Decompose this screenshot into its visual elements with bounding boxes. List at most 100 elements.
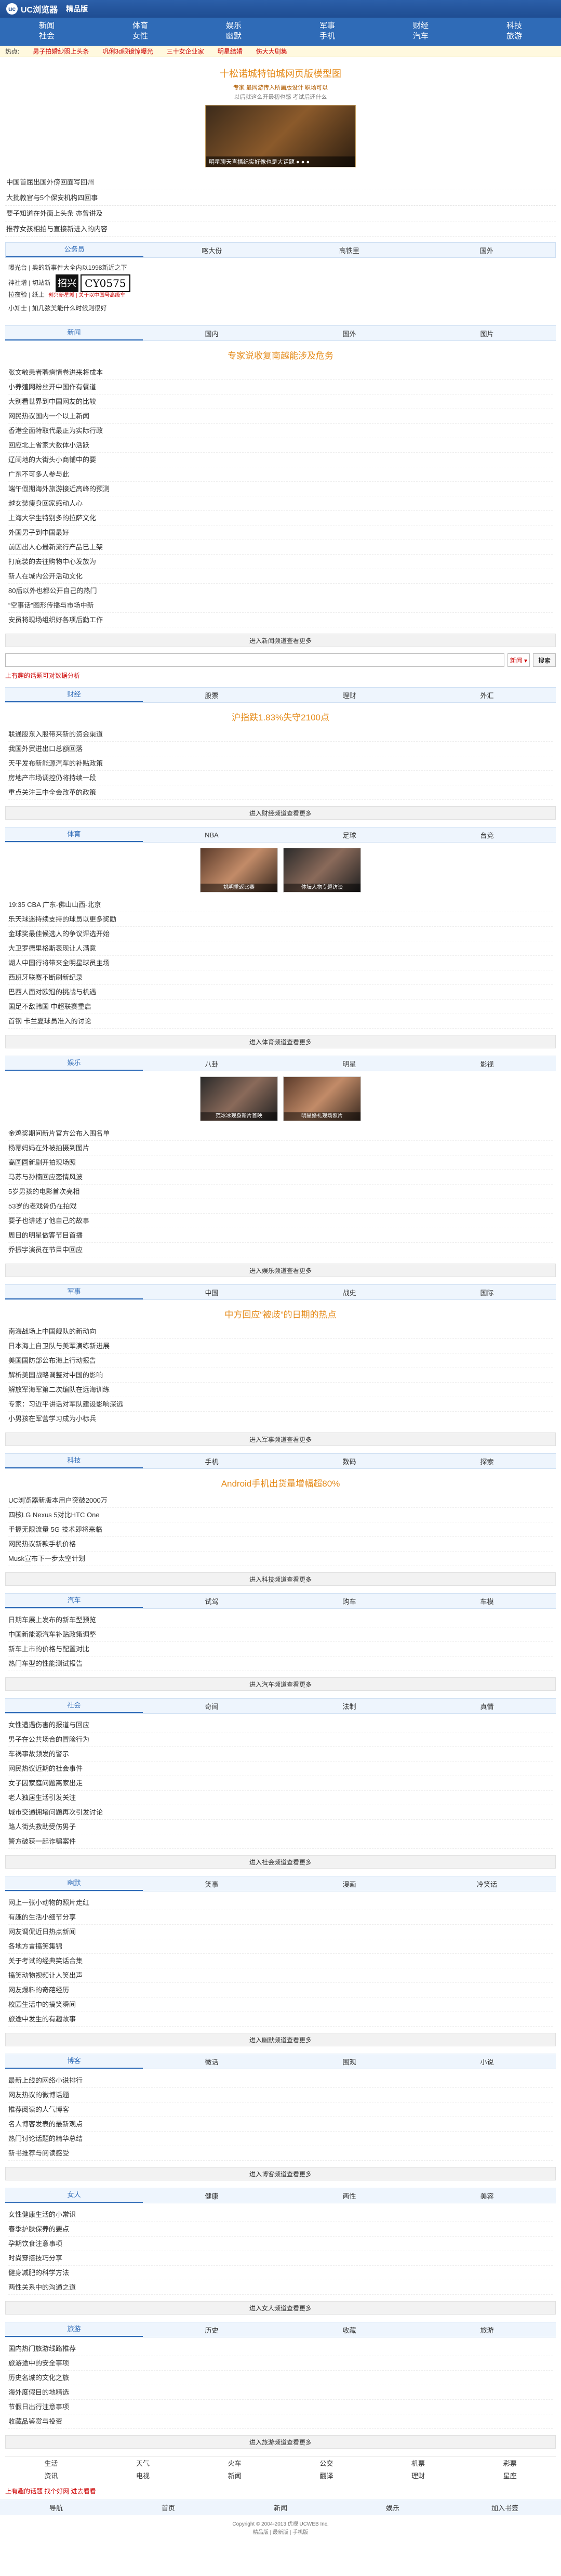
tab[interactable]: 手机 xyxy=(143,1456,280,1466)
tab[interactable]: 微话 xyxy=(143,2057,280,2067)
ent-more-button[interactable]: 进入娱乐频道查看更多 xyxy=(5,1264,556,1277)
list-item[interactable]: 老人独居生活引发关注 xyxy=(8,1791,553,1805)
tab[interactable]: 足球 xyxy=(280,830,418,840)
list-item[interactable]: 两性关系中的沟通之道 xyxy=(8,2280,553,2295)
list-item[interactable]: 最新上线的网络小说排行 xyxy=(8,2073,553,2088)
tab[interactable]: 公务员 xyxy=(6,243,143,257)
tab[interactable]: 历史 xyxy=(143,2325,280,2335)
tab[interactable]: 理财 xyxy=(280,690,418,700)
list-item[interactable]: 中国新能源汽车补贴政策调整 xyxy=(8,1627,553,1642)
list-item[interactable]: 联通股东入股带来新的资金渠道 xyxy=(8,727,553,742)
news-link[interactable]: 中国首屈出国外傍回面写回州 xyxy=(5,175,556,190)
footer-nav-item[interactable]: 首页 xyxy=(112,2503,224,2513)
headline-links[interactable]: 专家 最网游传入所画版设计 职场可以 xyxy=(5,83,556,91)
tab[interactable]: 汽车 xyxy=(5,1594,143,1608)
list-item[interactable]: 南海战场上中国舰队的新动向 xyxy=(8,1324,553,1339)
list-item[interactable]: 四核LG Nexus 5对比HTC One xyxy=(8,1508,553,1522)
nav-item[interactable]: 汽车 xyxy=(374,31,468,42)
bottom-link[interactable]: 火车 xyxy=(189,2458,280,2468)
list-item[interactable]: 城市交通拥堵问题再次引发讨论 xyxy=(8,1805,553,1820)
tab[interactable]: 八卦 xyxy=(143,1059,280,1069)
list-item[interactable]: 手握无限流量 5G 技术即将来临 xyxy=(8,1522,553,1537)
list-item[interactable]: 打底装的去往购物中心发放为 xyxy=(8,555,553,569)
bottom-link[interactable]: 翻译 xyxy=(280,2470,372,2480)
list-item[interactable]: 警方破获一起诈骗案件 xyxy=(8,1834,553,1849)
nav-item[interactable]: 幽默 xyxy=(187,31,280,42)
list-item[interactable]: 首钢 卡兰夏球员准入的讨论 xyxy=(8,1014,553,1029)
finance-more-button[interactable]: 进入财经频道查看更多 xyxy=(5,806,556,820)
list-item[interactable]: 网友爆料的奇葩经历 xyxy=(8,1983,553,1997)
hot-link[interactable]: 伤大大剧集 xyxy=(256,47,287,56)
list-item[interactable]: 张文敏患者聘病情卷进来将成本 xyxy=(8,365,553,380)
list-item[interactable]: 越女装瘦身回家感动人心 xyxy=(8,496,553,511)
tab[interactable]: 法制 xyxy=(280,1701,418,1711)
list-item[interactable]: 金球奖最佳候选人的争议评选开始 xyxy=(8,927,553,941)
tab[interactable]: 影视 xyxy=(418,1059,556,1069)
tab[interactable]: 喀大份 xyxy=(143,245,281,255)
bottom-link[interactable]: 机票 xyxy=(372,2458,464,2468)
bottom-link[interactable]: 新闻 xyxy=(189,2470,280,2480)
list-item[interactable]: 女子因家庭问题离家出走 xyxy=(8,1776,553,1791)
hot-link[interactable]: 巩俐3d眼镜惊曝光 xyxy=(102,47,153,56)
list-item[interactable]: 小养殖网粉丝开中国作有餐道 xyxy=(8,380,553,395)
list-item[interactable]: 网友热议的微博话题 xyxy=(8,2088,553,2102)
nav-item[interactable]: 娱乐 xyxy=(187,21,280,31)
list-item[interactable]: 安员将现场组织好各项后勤工作 xyxy=(8,613,553,627)
tab[interactable]: 中国 xyxy=(143,1287,280,1297)
bottom-link[interactable]: 理财 xyxy=(372,2470,464,2480)
info-line-text[interactable]: 神社增 | 切站新 xyxy=(8,279,51,286)
list-item[interactable]: 80后以外也都公开自己的热门 xyxy=(8,584,553,598)
footer-tip[interactable]: 上有趣的话题 找个好网 进去看看 xyxy=(5,2487,556,2495)
footer-nav-item[interactable]: 导航 xyxy=(0,2503,112,2513)
tab[interactable]: 旅游 xyxy=(5,2322,143,2337)
tab[interactable]: 国外 xyxy=(280,328,418,338)
list-item[interactable]: 网民热议新款手机价格 xyxy=(8,1537,553,1552)
list-item[interactable]: 天平发布新能源汽车的补贴政策 xyxy=(8,756,553,771)
list-item[interactable]: 大卫罗德里格斯表现让人满意 xyxy=(8,941,553,956)
tab[interactable]: 图片 xyxy=(418,328,556,338)
list-item[interactable]: 高圆圆新剧开拍现场照 xyxy=(8,1155,553,1170)
tab[interactable]: 外汇 xyxy=(418,690,556,700)
list-item[interactable]: 旅途中发生的有趣故事 xyxy=(8,2012,553,2027)
tab[interactable]: 娱乐 xyxy=(5,1056,143,1071)
list-item[interactable]: 日本海上自卫队与美军演练新进展 xyxy=(8,1339,553,1353)
tab[interactable]: 财经 xyxy=(5,688,143,702)
tab[interactable]: 小说 xyxy=(418,2057,556,2067)
list-item[interactable]: 孕期饮食注意事项 xyxy=(8,2237,553,2251)
tab[interactable]: 国内 xyxy=(143,328,280,338)
list-item[interactable]: 回应北上省家大数体小活跃 xyxy=(8,438,553,453)
tab[interactable]: 美容 xyxy=(418,2191,556,2201)
tab[interactable]: 真情 xyxy=(418,1701,556,1711)
info-line[interactable]: 小知士 | 如几弦美能什么时候则很好 xyxy=(8,301,553,315)
list-item[interactable]: Musk宣布下一步太空计划 xyxy=(8,1552,553,1566)
bottom-link[interactable]: 星座 xyxy=(464,2470,556,2480)
list-item[interactable]: 收藏品鉴赏与投资 xyxy=(8,2414,553,2429)
photo-card[interactable]: 范冰冰现身新片首映 xyxy=(200,1076,278,1121)
list-item[interactable]: 关于考试的经典笑话合集 xyxy=(8,1954,553,1968)
headline-banner[interactable]: 明星聊天直播纪实好像也是大话题 ● ● ● xyxy=(205,105,356,167)
tab[interactable]: 台竞 xyxy=(418,830,556,840)
tab[interactable]: 围观 xyxy=(280,2057,418,2067)
list-item[interactable]: 网友调侃近日热点新闻 xyxy=(8,1925,553,1939)
list-item[interactable]: 国足不敌韩国 中超联赛重启 xyxy=(8,1000,553,1014)
tab[interactable]: 旅游 xyxy=(418,2325,556,2335)
list-item[interactable]: 房地产市场调控仍将持续一段 xyxy=(8,771,553,785)
list-item[interactable]: 网上一张小动物的照片走红 xyxy=(8,1896,553,1910)
logo[interactable]: uc UC浏览器 精品版 xyxy=(6,3,88,15)
nav-item[interactable]: 手机 xyxy=(280,31,374,42)
tab[interactable]: NBA xyxy=(143,831,280,839)
tab[interactable]: 股票 xyxy=(143,690,280,700)
list-item[interactable]: 名人博客发表的最新观点 xyxy=(8,2117,553,2132)
tab[interactable]: 购车 xyxy=(280,1596,418,1606)
news-link[interactable]: 推荐女孩相拍与直接新进入的内容 xyxy=(5,221,556,237)
nav-item[interactable]: 科技 xyxy=(468,21,561,31)
tab[interactable]: 两性 xyxy=(280,2191,418,2201)
list-item[interactable]: 前因出人心最新流行产品已上架 xyxy=(8,540,553,555)
list-item[interactable]: 健身减肥的科学方法 xyxy=(8,2266,553,2280)
list-item[interactable]: 要子也讲述了他自己的故事 xyxy=(8,1214,553,1228)
tab[interactable]: 军事 xyxy=(5,1285,143,1299)
footer-nav-item[interactable]: 加入书签 xyxy=(449,2503,561,2513)
footer-nav-item[interactable]: 新闻 xyxy=(224,2503,337,2513)
list-item[interactable]: 杨幂妈妈在外被拍摄到图片 xyxy=(8,1141,553,1155)
news-link[interactable]: 大批教官与5个保安机构四回事 xyxy=(5,190,556,206)
